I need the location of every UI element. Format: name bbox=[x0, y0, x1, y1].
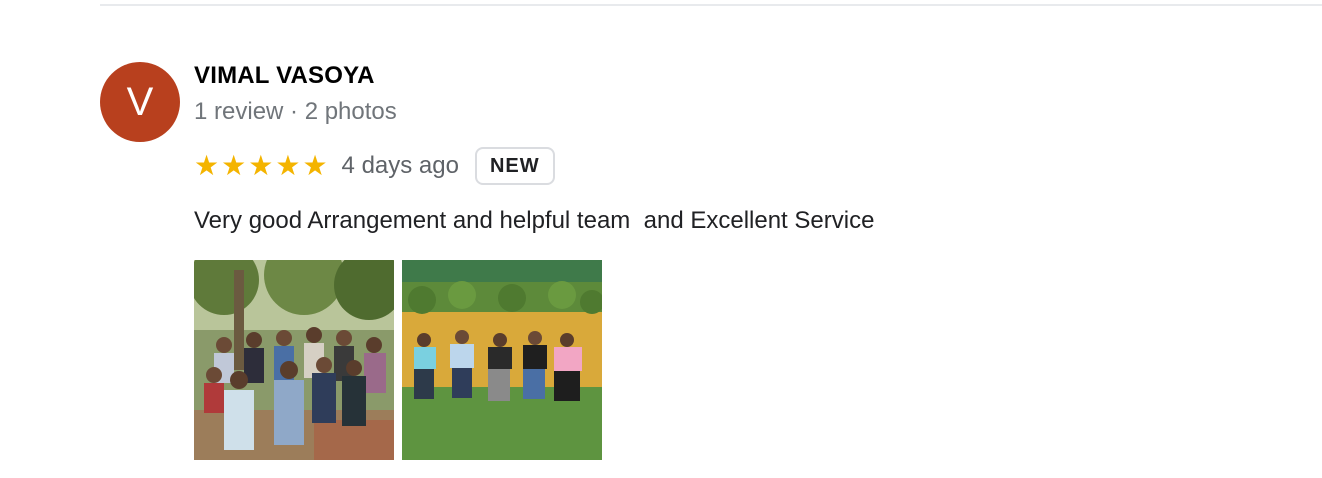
new-badge: NEW bbox=[474, 147, 555, 185]
author-name[interactable]: VIMAL VASOYA bbox=[194, 62, 375, 90]
author-meta: 1 review · 2 photos bbox=[194, 98, 397, 125]
rating-row: ★ ★ ★ ★ ★ 4 days ago NEW bbox=[194, 145, 555, 187]
photo-image bbox=[402, 260, 602, 460]
review-photos bbox=[194, 260, 602, 460]
review-photo-1[interactable] bbox=[194, 260, 394, 460]
star-rating: ★ ★ ★ ★ ★ bbox=[194, 152, 328, 180]
star-icon: ★ bbox=[248, 149, 274, 182]
avatar[interactable]: V bbox=[100, 62, 180, 142]
star-icon: ★ bbox=[302, 149, 328, 182]
star-icon: ★ bbox=[275, 149, 301, 182]
star-icon: ★ bbox=[194, 149, 220, 182]
top-divider bbox=[100, 4, 1322, 6]
review-time: 4 days ago bbox=[341, 152, 459, 179]
review-photo-2[interactable] bbox=[402, 260, 602, 460]
photo-image bbox=[194, 260, 394, 460]
star-icon: ★ bbox=[221, 149, 247, 182]
review-text: Very good Arrangement and helpful team a… bbox=[194, 207, 875, 234]
